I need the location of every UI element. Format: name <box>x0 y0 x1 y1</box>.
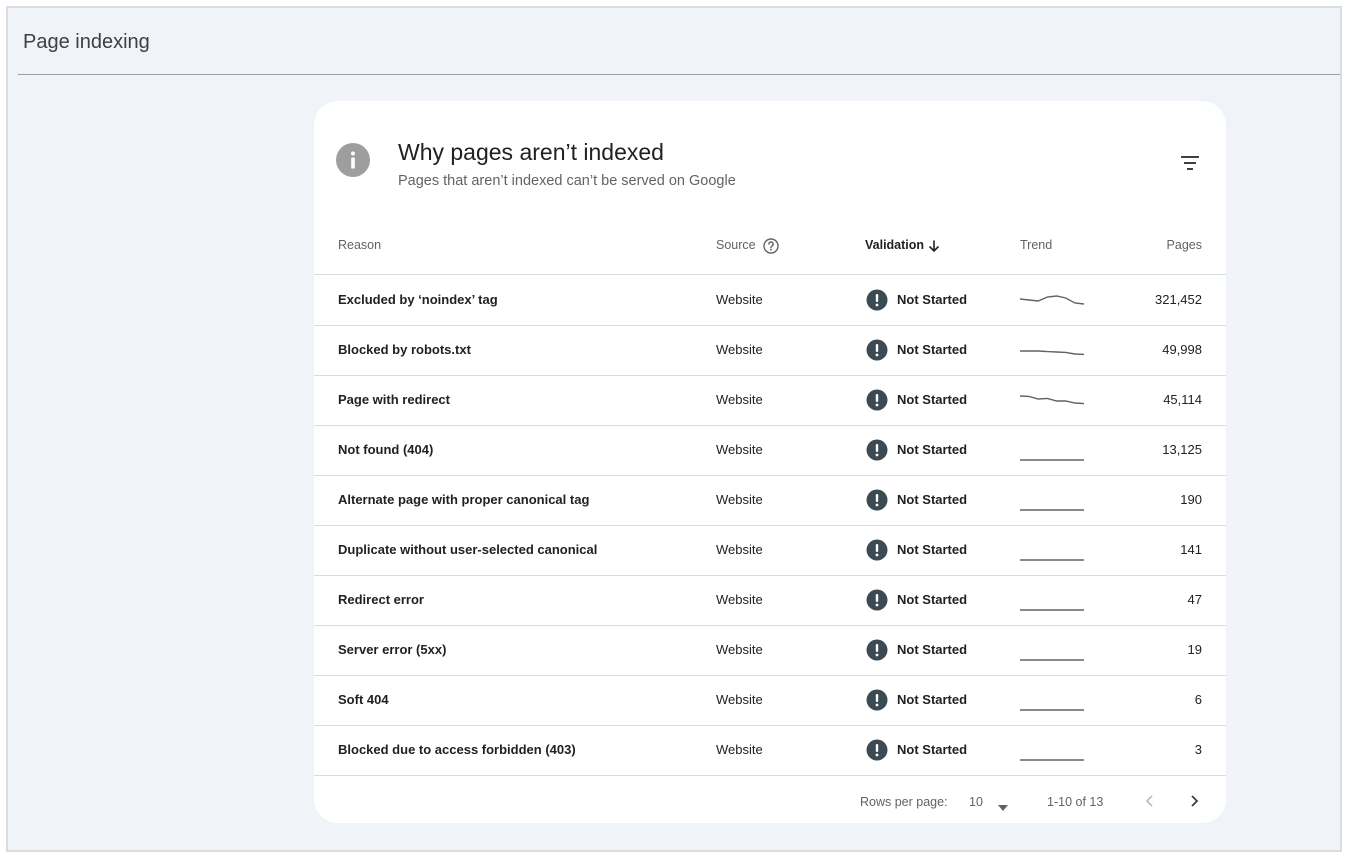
validation-status: Not Started <box>897 742 968 757</box>
header-trend: Trend <box>1020 238 1053 252</box>
table-row[interactable]: Alternate page with proper canonical tag… <box>314 475 1226 526</box>
rows-per-page-value: 10 <box>969 795 983 809</box>
card-subtitle: Pages that aren’t indexed can’t be serve… <box>398 173 736 189</box>
header-reason[interactable]: Reason <box>338 217 381 274</box>
trend-sparkline <box>1020 509 1084 511</box>
header-validation[interactable]: Validation <box>865 217 924 274</box>
card-title: Why pages aren’t indexed <box>398 139 664 165</box>
reason-cell: Redirect error <box>338 592 424 607</box>
source-cell: Website <box>716 592 763 607</box>
arrow-down-icon[interactable] <box>927 239 941 253</box>
exclamation-circle-icon <box>866 489 888 511</box>
trend-sparkline <box>1020 350 1084 356</box>
table-row[interactable]: Not found (404) Website Not Started 13,125 <box>314 425 1226 476</box>
reason-cell: Alternate page with proper canonical tag <box>338 492 590 507</box>
pages-cell: 19 <box>1187 642 1202 657</box>
exclamation-circle-icon <box>866 389 888 411</box>
reason-cell: Blocked due to access forbidden (403) <box>338 742 576 757</box>
source-cell: Website <box>716 392 763 407</box>
source-cell: Website <box>716 692 763 707</box>
trend-sparkline <box>1020 759 1084 761</box>
validation-status: Not Started <box>897 442 968 457</box>
exclamation-circle-icon <box>866 589 888 611</box>
validation-status: Not Started <box>897 542 968 557</box>
exclamation-circle-icon <box>866 539 888 561</box>
exclamation-circle-icon <box>866 289 888 311</box>
trend-sparkline <box>1020 659 1084 661</box>
reason-cell: Server error (5xx) <box>338 642 447 657</box>
table-header: Reason Source Validation Trend Pages <box>314 217 1226 275</box>
validation-status: Not Started <box>897 492 968 507</box>
table-row[interactable]: Excluded by ‘noindex’ tag Website Not Star… <box>314 275 1226 326</box>
reason-cell: Soft 404 <box>338 692 389 707</box>
table-row[interactable]: Blocked by robots.txt Website Not Started 4… <box>314 325 1226 376</box>
caret-down-icon <box>998 798 1008 811</box>
pages-cell: 49,998 <box>1162 342 1202 357</box>
pages-cell: 141 <box>1180 542 1202 557</box>
pages-cell: 6 <box>1194 692 1202 707</box>
info-icon <box>336 143 370 177</box>
reason-cell: Duplicate without user-selected canonica… <box>338 542 598 557</box>
rows-per-page-label: Rows per page: <box>860 795 948 809</box>
pages-cell: 45,114 <box>1163 392 1202 407</box>
validation-status: Not Started <box>897 692 968 707</box>
table-row[interactable]: Soft 404 Website Not Started 6 <box>314 675 1226 726</box>
exclamation-circle-icon <box>866 739 888 761</box>
page-frame: Page indexing Why pages aren’t indexed P… <box>6 6 1342 852</box>
table-row[interactable]: Page with redirect Website Not Started 45,1… <box>314 375 1226 426</box>
rows-per-page-select[interactable]: 10 <box>962 787 1014 815</box>
trend-line <box>1020 395 1084 405</box>
reason-cell: Not found (404) <box>338 442 434 457</box>
chevron-right-icon[interactable] <box>1182 789 1206 813</box>
exclamation-circle-icon <box>866 689 888 711</box>
validation-status: Not Started <box>897 342 968 357</box>
trend-sparkline <box>1020 395 1084 405</box>
page-range: 1-10 of 13 <box>1047 795 1104 809</box>
pages-cell: 321,452 <box>1155 292 1202 307</box>
why-not-indexed-card: Why pages aren’t indexed Pages that aren… <box>314 101 1226 823</box>
pages-cell: 13,125 <box>1162 442 1202 457</box>
reason-cell: Blocked by robots.txt <box>338 342 471 357</box>
pages-cell: 47 <box>1187 592 1202 607</box>
trend-sparkline <box>1020 609 1084 611</box>
table-row[interactable]: Redirect error Website Not Started 47 <box>314 575 1226 626</box>
exclamation-circle-icon <box>866 439 888 461</box>
header-pages[interactable]: Pages <box>1167 217 1202 274</box>
page-header: Page indexing <box>18 8 1340 75</box>
trend-sparkline <box>1020 295 1084 305</box>
trend-line <box>1020 350 1084 356</box>
source-cell: Website <box>716 542 763 557</box>
validation-status: Not Started <box>897 292 968 307</box>
trend-sparkline <box>1020 709 1084 711</box>
source-cell: Website <box>716 492 763 507</box>
exclamation-circle-icon <box>866 639 888 661</box>
validation-status: Not Started <box>897 392 968 407</box>
page-title: Page indexing <box>23 31 150 53</box>
trend-line <box>1020 295 1084 305</box>
trend-sparkline <box>1020 459 1084 461</box>
validation-status: Not Started <box>897 592 968 607</box>
source-cell: Website <box>716 642 763 657</box>
pagination: Rows per page: 10 1-10 of 13 <box>314 775 1226 823</box>
table-row[interactable]: Duplicate without user-selected canonica… <box>314 525 1226 576</box>
source-cell: Website <box>716 342 763 357</box>
table-row[interactable]: Blocked due to access forbidden (403) Web… <box>314 725 1226 776</box>
reason-cell: Excluded by ‘noindex’ tag <box>338 292 498 307</box>
pages-cell: 190 <box>1180 492 1202 507</box>
source-cell: Website <box>716 442 763 457</box>
chevron-left-icon[interactable] <box>1138 789 1162 813</box>
source-cell: Website <box>716 292 763 307</box>
help-circle-icon[interactable] <box>762 237 780 255</box>
table-row[interactable]: Server error (5xx) Website Not Started 19 <box>314 625 1226 676</box>
validation-status: Not Started <box>897 642 968 657</box>
source-cell: Website <box>716 742 763 757</box>
pages-cell: 3 <box>1194 742 1202 757</box>
header-source[interactable]: Source <box>716 217 756 274</box>
trend-sparkline <box>1020 559 1084 561</box>
exclamation-circle-icon <box>866 339 888 361</box>
filter-icon[interactable] <box>1176 151 1204 175</box>
reason-cell: Page with redirect <box>338 392 450 407</box>
